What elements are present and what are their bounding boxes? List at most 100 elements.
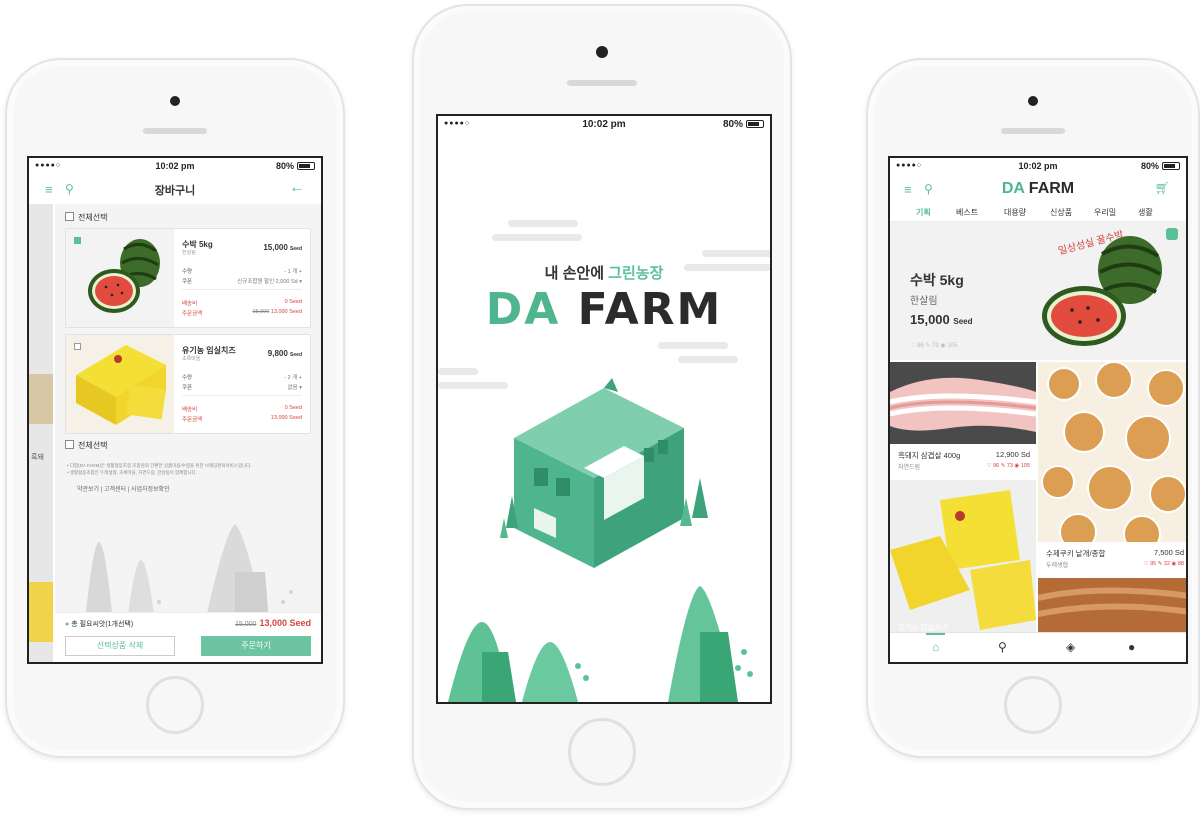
footer-links[interactable]: 약관보기 | 고객센터 | 사업자정보확인 bbox=[77, 484, 170, 493]
product-stats: ♡ 96 ✎ 73 ◉ 105 bbox=[986, 463, 1030, 469]
tab-wheat[interactable]: 우리밀 bbox=[1094, 207, 1116, 218]
featured-price: 15,000 Seed bbox=[910, 312, 973, 327]
battery-indicator: 80% bbox=[723, 119, 764, 130]
side-peek-panel: 흑돼 bbox=[29, 204, 53, 662]
app-logo: DA FARM bbox=[485, 284, 723, 335]
product-image-cookies bbox=[1038, 362, 1186, 542]
cart-header: ≡ ⚲ 장바구니 ← bbox=[29, 176, 321, 202]
battery-indicator: 80% bbox=[276, 161, 315, 171]
product-card[interactable] bbox=[1038, 578, 1186, 636]
phone-speaker bbox=[567, 80, 637, 86]
mountain-illustration bbox=[448, 586, 753, 702]
featured-banner[interactable]: 일상성실 꿀수박 수박 5kg 한살림 15,000 Seed ♡ 96 ✎ 7… bbox=[890, 222, 1186, 360]
cart-icon[interactable]: 🛒︎ bbox=[1155, 181, 1170, 195]
order-amount-row: 주문금액 13,000 Seed bbox=[182, 415, 302, 423]
product-image-roots bbox=[1038, 578, 1186, 636]
qty-row: 수량 - 2 개 + bbox=[182, 373, 302, 381]
back-arrow-icon[interactable]: ← bbox=[289, 179, 305, 197]
phone-camera bbox=[1028, 96, 1038, 106]
category-tabs: 기획 베스트 대용량 신상품 우리밀 생활 bbox=[890, 202, 1186, 224]
item-price: 15,000 Seed bbox=[263, 243, 302, 252]
tab-bulk[interactable]: 대용량 bbox=[1004, 207, 1026, 218]
status-bar: ●●●●○ 10:02 pm 80% bbox=[29, 158, 321, 174]
service-notice: • 디팜(DA FARM)은 생활협동조합 조합원의 간편한 상품이용/수령을 … bbox=[67, 463, 252, 475]
farm-house-illustration bbox=[500, 378, 708, 568]
coupon-row: 쿠폰 신규조합원 할인 2,000 Sd ▾ bbox=[182, 277, 302, 285]
item-brand: 초록마을 bbox=[182, 356, 201, 362]
product-name: 흑돼지 삼겹살 400g bbox=[898, 451, 961, 460]
cloud-decoration bbox=[658, 342, 728, 349]
home-button[interactable] bbox=[568, 718, 636, 786]
total-price: 15,000 13,000 Seed bbox=[235, 618, 311, 628]
order-button[interactable]: 주문하기 bbox=[201, 636, 311, 656]
delete-selected-button[interactable]: 선택상품 삭제 bbox=[65, 636, 175, 656]
splash-screen: ●●●●○ 10:02 pm 80% 내 손안에 그린농장 DA FARM bbox=[436, 114, 772, 704]
home-icon[interactable]: ⌂ bbox=[925, 633, 946, 654]
profile-icon[interactable]: ● bbox=[1128, 640, 1135, 654]
featured-brand: 한살림 bbox=[910, 296, 938, 307]
product-price: 12,900 Sd bbox=[995, 450, 1030, 459]
cloud-decoration bbox=[508, 220, 578, 227]
product-card[interactable]: 흑돼지 삼겹살 400g 12,900 Sd 자연드림 ♡ 96 ✎ 73 ◉ … bbox=[890, 362, 1036, 478]
coupon-select[interactable]: 신규조합원 할인 2,000 Sd ▾ bbox=[237, 277, 302, 285]
tab-best[interactable]: 베스트 bbox=[956, 207, 978, 218]
status-bar: ●●●●○ 10:02 pm 80% bbox=[438, 116, 770, 134]
item-checkbox[interactable] bbox=[74, 343, 81, 350]
phone-left: ●●●●○ 10:02 pm 80% ≡ ⚲ 장바구니 ← 흑돼 전체선택 수박… bbox=[5, 58, 345, 758]
battery-indicator: 80% bbox=[1141, 161, 1180, 171]
home-button[interactable] bbox=[1004, 676, 1062, 734]
cart-screen: ●●●●○ 10:02 pm 80% ≡ ⚲ 장바구니 ← 흑돼 전체선택 수박… bbox=[27, 156, 323, 664]
cart-item: 유기농 임실치즈 초록마을 9,800 Seed 수량 - 2 개 + 쿠폰 없음 … bbox=[65, 334, 311, 434]
side-peek-text: 흑돼 bbox=[31, 454, 44, 461]
leaf-badge-icon bbox=[1166, 228, 1178, 240]
product-card[interactable]: 수제쿠키 낱개/종합 7,500 Sd 두레생협 ♡ 95 ✎ 32 ◉ 88 bbox=[1038, 362, 1186, 576]
item-brand: 한살림 bbox=[182, 250, 196, 256]
tagline: 내 손안에 그린농장 bbox=[544, 265, 664, 282]
cart-content: 전체선택 수박 5kg 한살림 15,000 Seed 수량 - 1 개 + 쿠… bbox=[55, 204, 321, 662]
battery-icon bbox=[1162, 162, 1180, 170]
coupon-select[interactable]: 없음 ▾ bbox=[288, 383, 302, 391]
product-brand: 두레생협 bbox=[1046, 563, 1069, 569]
select-all-checkbox[interactable]: 전체선택 bbox=[65, 212, 107, 223]
item-checkbox[interactable] bbox=[74, 237, 81, 244]
tab-new[interactable]: 신상품 bbox=[1050, 207, 1072, 218]
product-card[interactable]: 유기농 임실치즈 bbox=[890, 480, 1036, 636]
mountain-illustration bbox=[85, 524, 293, 622]
item-image-watermelon bbox=[66, 229, 174, 327]
qty-row: 수량 - 1 개 + bbox=[182, 267, 302, 275]
total-label: ● 총 필요씨앗(1개선택) bbox=[65, 621, 134, 628]
leaf-icon[interactable]: ◈ bbox=[1066, 640, 1075, 654]
home-screen: ●●●●○ 10:02 pm 80% ≡ ⚲ DA FARM 🛒︎ 기획 베스트… bbox=[888, 156, 1188, 664]
cart-bottom-bar: ● 총 필요씨앗(1개선택) 15,000 13,000 Seed 선택상품 삭제… bbox=[55, 612, 321, 662]
phone-speaker bbox=[143, 128, 207, 134]
qty-stepper[interactable]: - 1 개 + bbox=[284, 267, 302, 275]
qty-stepper[interactable]: - 2 개 + bbox=[284, 373, 302, 381]
cloud-decoration bbox=[438, 368, 478, 375]
location-pin-icon[interactable]: ⚲ bbox=[998, 640, 1007, 654]
featured-stats: ♡ 96 ✎ 73 ◉ 105 bbox=[910, 343, 958, 349]
item-image-cheese bbox=[66, 335, 174, 433]
side-peek-image bbox=[29, 374, 53, 424]
cloud-decoration bbox=[492, 234, 582, 241]
tab-plan[interactable]: 기획 bbox=[914, 207, 933, 224]
home-header: ≡ ⚲ DA FARM 🛒︎ bbox=[890, 176, 1186, 202]
product-image-cheese bbox=[890, 480, 1036, 636]
product-name: 수제쿠키 낱개/종합 bbox=[1046, 549, 1106, 558]
coupon-row: 쿠폰 없음 ▾ bbox=[182, 383, 302, 391]
status-bar: ●●●●○ 10:02 pm 80% bbox=[890, 158, 1186, 174]
product-stats: ♡ 95 ✎ 32 ◉ 88 bbox=[1143, 561, 1184, 567]
product-price: 7,500 Sd bbox=[1153, 548, 1184, 557]
shipping-row: 배송비 0 Seed bbox=[182, 299, 302, 307]
status-time: 10:02 pm bbox=[582, 119, 626, 130]
featured-name: 수박 5kg bbox=[910, 272, 964, 288]
seed-icon: ● bbox=[65, 621, 70, 628]
tab-living[interactable]: 생활 bbox=[1138, 207, 1153, 218]
shipping-row: 배송비 0 Seed bbox=[182, 405, 302, 413]
order-amount-row: 주문금액 15,000 13,000 Seed bbox=[182, 309, 302, 317]
phone-right: ●●●●○ 10:02 pm 80% ≡ ⚲ DA FARM 🛒︎ 기획 베스트… bbox=[866, 58, 1200, 758]
select-all-checkbox[interactable]: 전체선택 bbox=[65, 440, 107, 451]
phone-speaker bbox=[1001, 128, 1065, 134]
battery-icon bbox=[297, 162, 315, 170]
battery-icon bbox=[746, 120, 764, 128]
home-button[interactable] bbox=[146, 676, 204, 734]
